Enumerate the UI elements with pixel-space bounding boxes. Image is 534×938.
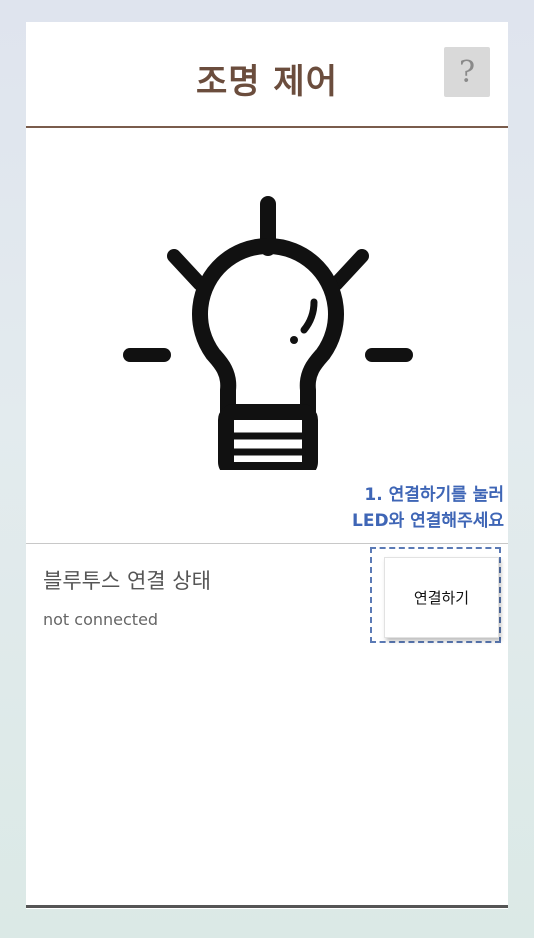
bulb-area: 1. 연결하기를 눌러 LED와 연결해주세요	[26, 128, 508, 542]
help-button[interactable]: ?	[444, 47, 490, 97]
header: 조명 제어 ?	[26, 22, 508, 128]
lightbulb-icon[interactable]	[118, 190, 418, 470]
bottom-divider	[26, 905, 508, 908]
app-screen: 조명 제어 ? 1. 연결하기를 눌러 LED와 연결해주세요 블루투스 연결 …	[26, 22, 508, 909]
page-title: 조명 제어	[196, 62, 338, 102]
hint-line-2: LED와 연결해주세요	[352, 511, 504, 531]
hint-line-1: 1. 연결하기를 눌러	[364, 485, 504, 505]
bluetooth-status-label: 블루투스 연결 상태	[43, 569, 211, 593]
section-divider	[26, 543, 508, 544]
bluetooth-status-value: not connected	[43, 610, 159, 629]
connect-button[interactable]: 연결하기	[384, 557, 499, 638]
connect-hint: 1. 연결하기를 눌러 LED와 연결해주세요	[352, 482, 504, 534]
